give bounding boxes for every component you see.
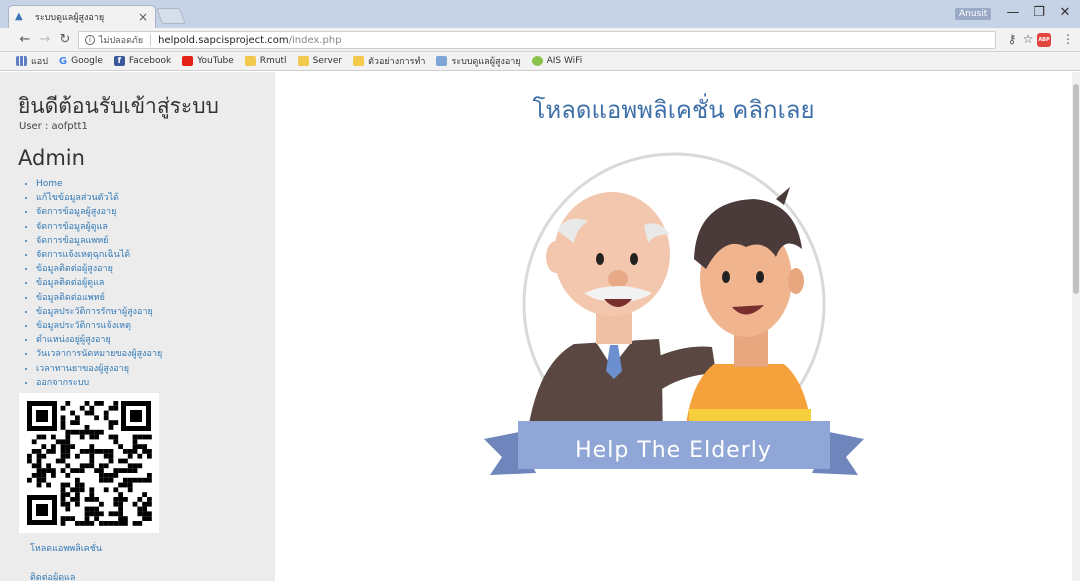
menu-item-manage-elderly[interactable]: จัดการข้อมูลผู้สูงอายุ — [36, 205, 162, 219]
site-favicon-icon: ▲ — [15, 11, 23, 22]
menu-item-alert-history[interactable]: ข้อมูลประวัติการแจ้งเหตุ — [36, 319, 162, 333]
apps-icon — [16, 56, 27, 66]
site-icon — [436, 56, 448, 66]
bookmark-google[interactable]: G Google — [59, 56, 103, 67]
menu-item-manage-doctors[interactable]: จัดการข้อมูลแพทย์ — [36, 234, 162, 248]
key-icon[interactable]: ⚷ — [1004, 32, 1020, 46]
scrollbar-thumb[interactable] — [1073, 84, 1079, 294]
separator — [150, 34, 152, 46]
app-qr-code — [19, 393, 159, 533]
menu-item-medication-times[interactable]: เวลาทานยาของผู้สูงอายุ — [36, 362, 162, 376]
bookmark-youtube[interactable]: YouTube — [182, 56, 234, 66]
bookmark-label: Rmutl — [259, 56, 287, 66]
bookmark-label: YouTube — [197, 56, 234, 66]
menu-item-manage-caregivers[interactable]: จัดการข้อมูลผู้ดูแล — [36, 220, 162, 234]
menu-item-elderly-location[interactable]: ตำแหน่งอยู่ผู้สูงอายุ — [36, 333, 162, 347]
url-path: /index.php — [288, 34, 342, 46]
menu-item-home[interactable]: Home — [36, 177, 162, 191]
help-the-elderly-illustration[interactable] — [484, 139, 864, 499]
bookmark-label: Facebook — [128, 56, 172, 66]
bookmark-label: AIS WiFi — [546, 56, 583, 66]
google-icon: G — [58, 55, 68, 67]
sidebar: ยินดีต้อนรับเข้าสู่ระบบ User : aofptt1 A… — [0, 72, 275, 581]
welcome-heading: ยินดีต้อนรับเข้าสู่ระบบ — [18, 94, 219, 118]
user-line: User : aofptt1 — [19, 121, 88, 132]
bookmark-label: ระบบดูแลผู้สูงอายุ — [451, 57, 521, 67]
address-bar[interactable]: i ไม่ปลอดภัย helpold.sapcisproject.com/i… — [78, 31, 996, 49]
bookmark-label: แอป — [31, 57, 48, 67]
main-content: โหลดแอพพลิเคชั่น คลิกเลย Help The Elderl… — [275, 72, 1072, 581]
folder-icon — [297, 56, 309, 66]
close-tab-icon[interactable]: × — [137, 10, 149, 24]
ribbon-banner — [484, 421, 864, 475]
contact-caregiver-link[interactable]: ติดต่อผู้ดูแล — [30, 570, 75, 581]
bookmark-label: ตัวอย่างการทำ — [368, 57, 426, 67]
star-icon[interactable]: ☆ — [1020, 32, 1036, 46]
not-secure-label: ไม่ปลอดภัย — [99, 36, 144, 46]
menu-item-manage-emergency[interactable]: จัดการแจ้งเหตุฉุกเฉินได้ — [36, 248, 162, 262]
adblock-icon[interactable]: ABP — [1037, 33, 1051, 47]
close-window-icon[interactable]: ✕ — [1052, 4, 1078, 22]
restore-icon[interactable]: ❐ — [1026, 4, 1052, 22]
page-scrollbar[interactable] — [1072, 72, 1080, 581]
menu-item-logout[interactable]: ออกจากระบบ — [36, 376, 162, 390]
menu-item-contact-caregivers[interactable]: ข้อมูลติดต่อผู้ดูแล — [36, 276, 162, 290]
profile-button[interactable]: Anusit — [955, 8, 992, 20]
bookmark-facebook[interactable]: f Facebook — [113, 56, 172, 66]
menu-item-appointments[interactable]: วันเวลาการนัดหมายของผู้สูงอายุ — [36, 347, 162, 361]
tab-strip: ▲ ระบบดูแลผู้สูงอายุ × Anusit — ❐ ✕ — [0, 0, 1080, 28]
bookmark-elderly-system[interactable]: ระบบดูแลผู้สูงอายุ — [436, 54, 521, 68]
menu-item-contact-elderly[interactable]: ข้อมูลติดต่อผู้สูงอายุ — [36, 262, 162, 276]
bookmark-label: Server — [312, 56, 343, 66]
download-app-headline[interactable]: โหลดแอพพลิเคชั่น คลิกเลย — [275, 90, 1072, 129]
tab-title: ระบบดูแลผู้สูงอายุ — [35, 13, 105, 23]
bookmarks-bar: แอป G Google f Facebook YouTube Rmutl Se… — [0, 52, 1080, 71]
browser-toolbar: ← → ↻ i ไม่ปลอดภัย helpold.sapcisproject… — [0, 28, 1080, 52]
download-app-link[interactable]: โหลดแอพพลิเคชั่น — [30, 541, 102, 555]
bookmark-server[interactable]: Server — [297, 56, 343, 66]
minimize-icon[interactable]: — — [1000, 4, 1026, 22]
menu-item-treatment-history[interactable]: ข้อมูลประวัติการรักษาผู้สูงอายุ — [36, 305, 162, 319]
forward-icon[interactable]: → — [36, 31, 54, 49]
browser-tab[interactable]: ▲ ระบบดูแลผู้สูงอายุ × — [8, 5, 156, 28]
browser-window: ▲ ระบบดูแลผู้สูงอายุ × Anusit — ❐ ✕ ← → … — [0, 0, 1080, 581]
bookmark-apps[interactable]: แอป — [16, 54, 48, 68]
admin-menu: Home แก้ไขข้อมูลส่วนตัวได้ จัดการข้อมูลผ… — [36, 177, 162, 390]
menu-item-contact-doctors[interactable]: ข้อมูลติดต่อแพทย์ — [36, 291, 162, 305]
back-icon[interactable]: ← — [16, 31, 34, 49]
facebook-icon: f — [113, 56, 125, 66]
reload-icon[interactable]: ↻ — [56, 31, 74, 49]
menu-item-edit-profile[interactable]: แก้ไขข้อมูลส่วนตัวได้ — [36, 191, 162, 205]
wifi-icon — [531, 56, 543, 66]
bookmark-label: Google — [71, 56, 103, 66]
info-icon[interactable]: i — [85, 35, 95, 45]
url-host: helpold.sapcisproject.com — [158, 34, 289, 46]
youtube-icon — [182, 56, 194, 66]
bookmark-ais-wifi[interactable]: AIS WiFi — [531, 56, 583, 66]
folder-icon — [244, 56, 256, 66]
bookmark-examples[interactable]: ตัวอย่างการทำ — [353, 54, 425, 68]
role-heading: Admin — [18, 146, 85, 170]
new-tab-button[interactable] — [156, 8, 186, 24]
bookmark-rmutl[interactable]: Rmutl — [244, 56, 287, 66]
folder-icon — [353, 56, 365, 66]
menu-dots-icon[interactable]: ⋮ — [1060, 32, 1076, 46]
